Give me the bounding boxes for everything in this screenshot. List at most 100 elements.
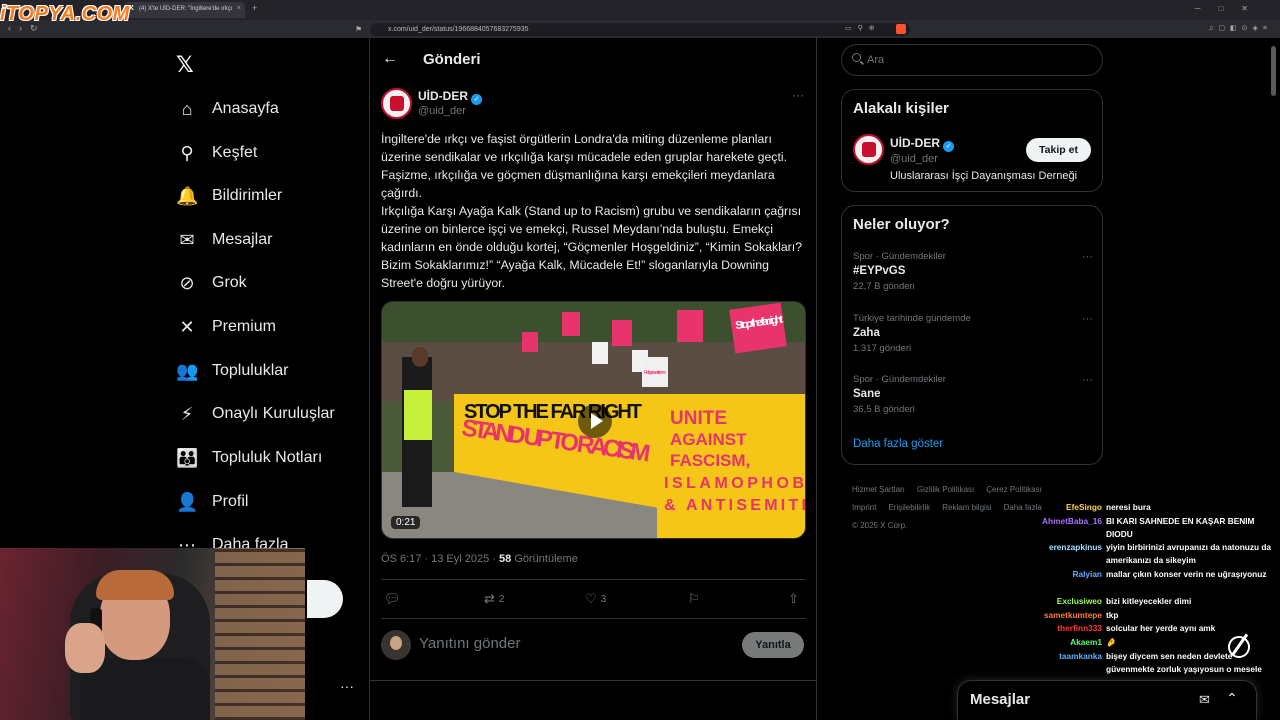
sidebar-item[interactable]: 👤 Profil xyxy=(176,487,248,517)
x-logo-icon[interactable]: 𝕏 xyxy=(176,52,194,78)
tweet-video[interactable]: Stop the far right Refugees welcome STOP… xyxy=(381,301,806,539)
trend-item[interactable]: Spor · Gündemdekiler #EYPvGS 22,7 B gönder… xyxy=(853,251,1093,292)
sidebar-item[interactable]: ⌂ Anasayfa xyxy=(176,94,279,124)
related-name[interactable]: UİD-DER ✓ xyxy=(890,136,954,152)
sidebar-item[interactable]: ⚲ Keşfet xyxy=(176,138,257,168)
trends-card: Neler oluyor? Spor · Gündemdekiler #EYPvG… xyxy=(841,205,1103,465)
expand-icon[interactable]: ⌃ xyxy=(1226,690,1238,707)
footer-link[interactable]: Erişilebilirlik xyxy=(888,503,930,512)
messages-drawer[interactable]: Mesajlar ✉ ⌃ xyxy=(957,680,1257,720)
messages-drawer-title[interactable]: Mesajlar xyxy=(970,691,1030,708)
related-avatar[interactable] xyxy=(853,134,884,165)
chat-username: Ralyian xyxy=(1072,569,1102,579)
like-action[interactable]: ♡ 3 xyxy=(585,591,606,607)
extensions-icon[interactable]: ♫▢◧⊙◈≡ xyxy=(1208,24,1272,32)
chat-username: therfinn333 xyxy=(1057,623,1102,633)
retweet-count: 2 xyxy=(498,593,505,605)
reply-input[interactable]: Yanıtını gönder xyxy=(419,635,520,652)
chat-message: therfinn333 solcular her yerde aynı amk xyxy=(1010,622,1272,635)
show-more-link[interactable]: Daha fazla göster xyxy=(853,438,943,450)
sidebar-item[interactable]: ✕ Premium xyxy=(176,312,276,342)
sidebar-item-label: Grok xyxy=(212,274,247,291)
trend-item[interactable]: Türkiye tarihinde gündemde Zaha 1.317 gönd… xyxy=(853,313,1093,354)
sidebar-item-label: Topluluklar xyxy=(212,362,289,379)
chat-text: yiyin birbirinizi avrupanızı da natonuzu… xyxy=(1106,542,1272,566)
retweet-action[interactable]: ⇄ 2 xyxy=(484,591,504,607)
bookmark-action[interactable]: ⚐ xyxy=(688,591,700,607)
footer-link[interactable]: Çerez Politikası xyxy=(986,485,1042,494)
account-more-icon[interactable]: ··· xyxy=(340,678,354,694)
related-name-text[interactable]: UİD-DER xyxy=(890,136,940,150)
sidebar-item-label: Mesajlar xyxy=(212,231,273,248)
tab-strip: X (4) X'te UİD-DER: "İngiltere'de ırkçı … xyxy=(0,0,1280,20)
author-avatar[interactable] xyxy=(381,88,412,119)
video-duration: 0:21 xyxy=(391,516,421,529)
chat-username: EfeSingo xyxy=(1066,502,1102,512)
verified-badge-icon: ✓ xyxy=(943,141,954,152)
new-tab-button[interactable]: + xyxy=(252,3,257,13)
person-icon: 👤 xyxy=(176,491,199,512)
chat-text: bizi kitleyecekler dimi xyxy=(1106,596,1192,606)
sidebar-item-label: Onaylı Kuruluşlar xyxy=(212,405,335,422)
chat-text: solcular her yerde aynı amk xyxy=(1106,623,1216,633)
search-box[interactable]: Ara xyxy=(841,44,1103,76)
compose-message-icon[interactable]: ✉ xyxy=(1199,692,1210,708)
reply-button[interactable]: Yanıtla xyxy=(742,632,804,658)
footer-link[interactable]: Imprint xyxy=(852,503,876,512)
bookmark-icon[interactable]: ⚑ xyxy=(355,25,362,34)
trend-name: #EYPvGS xyxy=(853,265,906,277)
tweet-paragraph: İngiltere'de ırkçı ve faşist örgütlerin … xyxy=(381,132,788,200)
chat-message: sametkumtepe tkp xyxy=(1010,609,1272,622)
banner-text: UNITE xyxy=(670,408,727,429)
views-label: Görüntüleme xyxy=(511,553,578,565)
search-input[interactable]: Ara xyxy=(867,54,884,66)
tweet-more-icon[interactable]: ··· xyxy=(792,88,804,102)
sidebar-item[interactable]: 🔔 Bildirimler xyxy=(176,181,282,211)
sidebar-item-label: Profil xyxy=(212,493,249,510)
window-controls[interactable]: ─□✕ xyxy=(1195,4,1266,13)
footer-link[interactable]: Hizmet Şartları xyxy=(852,485,905,494)
browser-tab[interactable]: X (4) X'te UİD-DER: "İngiltere'de ırkçı … xyxy=(125,2,245,18)
divider xyxy=(381,579,806,580)
sidebar-item[interactable]: ⚡ Onaylı Kuruluşlar xyxy=(176,399,335,429)
webcam-overlay xyxy=(0,548,305,720)
sidebar-item[interactable]: 👪 Topluluk Notları xyxy=(176,443,322,473)
reply-action[interactable]: 💬︎ xyxy=(384,591,401,607)
author-name-text[interactable]: UİD-DER xyxy=(418,89,468,103)
sidebar-item[interactable]: ⊘ Grok xyxy=(176,268,247,298)
sidebar-item[interactable]: ✉ Mesajlar xyxy=(176,225,272,255)
brave-shield-icon[interactable] xyxy=(896,24,906,34)
address-actions-icon[interactable]: ▭⚲⊕ xyxy=(845,24,881,32)
retweet-icon: ⇄ xyxy=(484,591,495,606)
browser-chrome: X (4) X'te UİD-DER: "İngiltere'de ırkçı … xyxy=(0,0,1280,38)
user-avatar[interactable] xyxy=(381,630,411,660)
back-arrow-icon[interactable]: ← xyxy=(382,50,398,68)
trend-more-icon[interactable]: ··· xyxy=(1082,251,1093,263)
author-name[interactable]: UİD-DER ✓ xyxy=(418,89,482,105)
related-bio: Uluslararası İşçi Dayanışması Derneği xyxy=(890,170,1078,182)
share-action[interactable]: ⇧ xyxy=(788,591,799,607)
trend-more-icon[interactable]: ··· xyxy=(1082,313,1093,325)
tweet-timestamp[interactable]: ÖS 6:17 · 13 Eyl 2025 · xyxy=(381,553,499,565)
streamer-hand xyxy=(65,623,105,673)
author-handle[interactable]: @uid_der xyxy=(418,105,466,117)
sidebar-item[interactable]: 👥 Topluluklar xyxy=(176,356,288,386)
trend-item[interactable]: Spor · Gündemdekiler Sane 36,5 B gönderi ··… xyxy=(853,374,1093,415)
url-field[interactable]: x.com/uid_der/status/1966884057683275935 xyxy=(370,23,910,36)
chat-message: EfeSingo neresi bura xyxy=(1010,501,1272,514)
footer-link[interactable]: Gizlilik Politikası xyxy=(917,485,974,494)
views-count: 58 xyxy=(499,553,512,565)
tab-close-button[interactable]: × xyxy=(237,5,241,12)
chat-username: sametkumtepe xyxy=(1043,610,1102,620)
x-premium-icon: ✕ xyxy=(179,316,195,337)
related-handle[interactable]: @uid_der xyxy=(890,153,938,165)
scrollbar-thumb[interactable] xyxy=(1271,46,1276,96)
play-button[interactable] xyxy=(578,404,612,438)
follow-button[interactable]: Takip et xyxy=(1026,138,1091,162)
chat-text: mallar çıkın konser verin ne uğraşıyonuz xyxy=(1106,569,1267,579)
chat-username: AhmetBaba_16 xyxy=(1042,516,1102,526)
trend-more-icon[interactable]: ··· xyxy=(1082,374,1093,386)
sign-text: Refugees welcome xyxy=(644,370,666,376)
footer-link[interactable]: Reklam bilgisi xyxy=(942,503,991,512)
footer-row: Hizmet Şartları Gizlilik Politikası Çerez … xyxy=(852,481,1102,499)
